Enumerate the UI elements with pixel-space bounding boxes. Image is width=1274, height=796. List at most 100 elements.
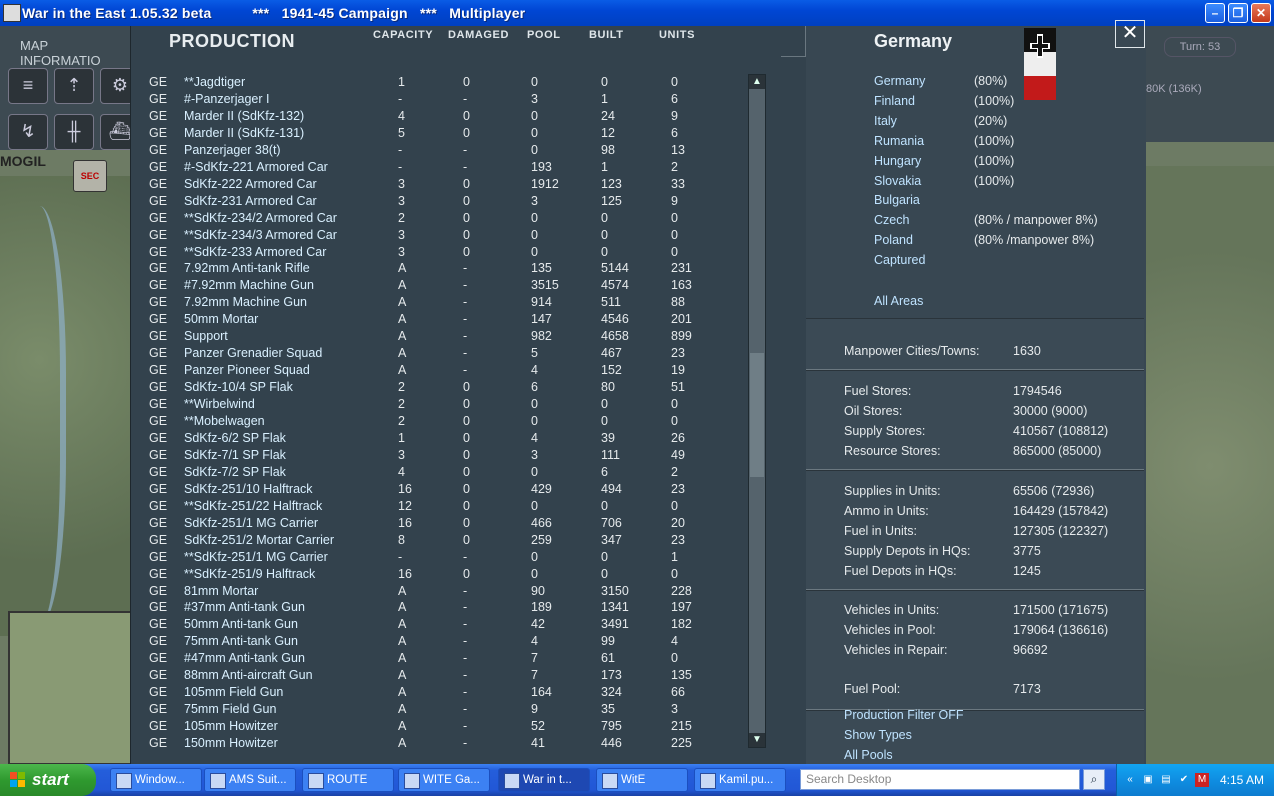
production-row[interactable]: GE **SdKfz-251/9 Halftrack 16 0 0 0 0	[131, 567, 751, 584]
built-cell: 24	[601, 108, 615, 123]
ship-icon[interactable]: ≡	[8, 68, 48, 104]
production-row[interactable]: GE SdKfz-10/4 SP Flak 2 0 6 80 51	[131, 380, 751, 397]
area-name[interactable]: Czech	[874, 213, 909, 227]
production-row[interactable]: GE SdKfz-231 Armored Car 3 0 3 125 9	[131, 194, 751, 211]
ams-icon	[210, 773, 226, 789]
production-row[interactable]: GE Support A - 982 4658 899	[131, 329, 751, 346]
window-close-button[interactable]: ✕	[1251, 3, 1271, 23]
scroll-thumb[interactable]	[750, 353, 764, 477]
unit-name-cell: **Jagdtiger	[184, 75, 246, 89]
production-row[interactable]: GE SdKfz-251/1 MG Carrier 16 0 466 706 20	[131, 516, 751, 533]
taskbar-button[interactable]: WITE Ga...	[398, 768, 490, 792]
production-row[interactable]: GE Marder II (SdKfz-131) 5 0 0 12 6	[131, 126, 751, 143]
col-units[interactable]: UNITS	[659, 29, 695, 41]
col-built[interactable]: BUILT	[589, 29, 624, 41]
capacity-cell: A	[398, 295, 407, 310]
production-row[interactable]: GE **SdKfz-251/1 MG Carrier - - 0 0 1	[131, 550, 751, 567]
production-row[interactable]: GE Marder II (SdKfz-132) 4 0 0 24 9	[131, 109, 751, 126]
taskbar-button[interactable]: Kamil.pu...	[694, 768, 786, 792]
area-name[interactable]: Germany	[874, 74, 925, 88]
taskbar-button[interactable]: War in t...	[498, 768, 590, 792]
production-row[interactable]: GE 75mm Field Gun A - 9 35 3	[131, 702, 751, 719]
all-areas-link[interactable]: All Areas	[874, 294, 923, 308]
area-name[interactable]: Hungary	[874, 154, 921, 168]
monitor-icon[interactable]: ▤	[1159, 773, 1173, 787]
pool-cell: 164	[531, 685, 552, 700]
sec-unit-counter[interactable]: SEC	[73, 160, 107, 192]
area-name[interactable]: Bulgaria	[874, 193, 920, 207]
production-row[interactable]: GE SdKfz-251/2 Mortar Carrier 8 0 259 347 23	[131, 533, 751, 550]
taskbar-button[interactable]: ROUTE	[302, 768, 394, 792]
production-row[interactable]: GE #-SdKfz-221 Armored Car - - 193 1 2	[131, 160, 751, 177]
unit-name-cell: Marder II (SdKfz-132)	[184, 108, 305, 123]
production-row[interactable]: GE 75mm Anti-tank Gun A - 4 99 4	[131, 634, 751, 651]
production-row[interactable]: GE 50mm Mortar A - 147 4546 201	[131, 312, 751, 329]
safely-remove-icon[interactable]: ✔	[1177, 773, 1191, 787]
scroll-down-button[interactable]: ▼	[749, 733, 765, 747]
production-row[interactable]: GE **SdKfz-251/22 Halftrack 12 0 0 0 0	[131, 499, 751, 516]
production-scrollbar[interactable]: ▲ ▼	[748, 74, 766, 748]
rail-icon[interactable]: ╫	[54, 114, 94, 150]
production-row[interactable]: GE Panzer Pioneer Squad A - 4 152 19	[131, 363, 751, 380]
taskbar-button[interactable]: WitE	[596, 768, 688, 792]
built-cell: 347	[601, 532, 622, 547]
network-icon[interactable]: ▣	[1141, 773, 1155, 787]
production-row[interactable]: GE 50mm Anti-tank Gun A - 42 3491 182	[131, 617, 751, 634]
search-desktop-input[interactable]: Search Desktop	[800, 769, 1080, 790]
minimap[interactable]	[8, 611, 134, 765]
area-name[interactable]: Finland	[874, 94, 915, 108]
production-row[interactable]: GE SdKfz-6/2 SP Flak 1 0 4 39 26	[131, 431, 751, 448]
area-name[interactable]: Captured	[874, 253, 925, 267]
production-row[interactable]: GE 7.92mm Machine Gun A - 914 511 88	[131, 295, 751, 312]
scroll-up-button[interactable]: ▲	[749, 75, 765, 89]
arrow-icon[interactable]: ↯	[8, 114, 48, 150]
production-row[interactable]: GE 105mm Field Gun A - 164 324 66	[131, 685, 751, 702]
production-row[interactable]: GE #47mm Anti-tank Gun A - 7 61 0	[131, 651, 751, 668]
search-icon[interactable]: ⌕	[1083, 769, 1105, 790]
area-name[interactable]: Poland	[874, 233, 913, 247]
production-row[interactable]: GE 105mm Howitzer A - 52 795 215	[131, 719, 751, 736]
show-types-link[interactable]: Show Types	[844, 728, 912, 742]
production-row[interactable]: GE 7.92mm Anti-tank Rifle A - 135 5144 231	[131, 261, 751, 278]
all-pools-link[interactable]: All Pools	[844, 748, 893, 762]
production-row[interactable]: GE **Jagdtiger 1 0 0 0 0	[131, 75, 751, 92]
area-name[interactable]: Italy	[874, 114, 897, 128]
built-cell: 0	[601, 414, 608, 428]
production-row[interactable]: GE **SdKfz-233 Armored Car 3 0 0 0 0	[131, 245, 751, 262]
production-row[interactable]: GE #37mm Anti-tank Gun A - 189 1341 197	[131, 600, 751, 617]
production-row[interactable]: GE 81mm Mortar A - 90 3150 228	[131, 584, 751, 601]
col-damaged[interactable]: DAMAGED	[448, 29, 509, 41]
units-icon[interactable]: ⇡	[54, 68, 94, 104]
production-row[interactable]: GE **Mobelwagen 2 0 0 0 0	[131, 414, 751, 431]
capacity-cell: A	[398, 261, 407, 276]
production-row[interactable]: GE Panzerjager 38(t) - - 0 98 13	[131, 143, 751, 160]
production-row[interactable]: GE 150mm Howitzer A - 41 446 225	[131, 736, 751, 748]
window-title-bar[interactable]: War in the East 1.05.32 beta *** 1941-45…	[0, 0, 1274, 26]
production-row[interactable]: GE Panzer Grenadier Squad A - 5 467 23	[131, 346, 751, 363]
production-row[interactable]: GE #-Panzerjager I - - 3 1 6	[131, 92, 751, 109]
production-row[interactable]: GE SdKfz-222 Armored Car 3 0 1912 123 33	[131, 177, 751, 194]
pool-cell: 4	[531, 634, 538, 649]
panel-close-button[interactable]: ✕	[1115, 20, 1145, 48]
production-row[interactable]: GE **SdKfz-234/2 Armored Car 2 0 0 0 0	[131, 211, 751, 228]
expand-tray-icon[interactable]: «	[1123, 773, 1137, 787]
gmail-icon[interactable]: M	[1195, 773, 1209, 787]
production-row[interactable]: GE SdKfz-7/1 SP Flak 3 0 3 111 49	[131, 448, 751, 465]
production-row[interactable]: GE SdKfz-251/10 Halftrack 16 0 429 494 23	[131, 482, 751, 499]
production-row[interactable]: GE SdKfz-7/2 SP Flak 4 0 0 6 2	[131, 465, 751, 482]
area-name[interactable]: Rumania	[874, 134, 924, 148]
maximize-button[interactable]: ❐	[1228, 3, 1248, 23]
production-row[interactable]: GE #7.92mm Machine Gun A - 3515 4574 163	[131, 278, 751, 295]
col-pool[interactable]: POOL	[527, 29, 561, 41]
taskbar-button[interactable]: AMS Suit...	[204, 768, 296, 792]
production-row[interactable]: GE **SdKfz-234/3 Armored Car 3 0 0 0 0	[131, 228, 751, 245]
start-button[interactable]: start	[0, 764, 96, 796]
production-filter-link[interactable]: Production Filter OFF	[844, 708, 963, 722]
production-row[interactable]: GE 88mm Anti-aircraft Gun A - 7 173 135	[131, 668, 751, 685]
minimize-button[interactable]: –	[1205, 3, 1225, 23]
area-name[interactable]: Slovakia	[874, 174, 921, 188]
production-row[interactable]: GE **Wirbelwind 2 0 0 0 0	[131, 397, 751, 414]
taskbar-button[interactable]: Window...	[110, 768, 202, 792]
map-information-tab[interactable]: MAP INFORMATIO	[20, 38, 130, 68]
col-capacity[interactable]: CAPACITY	[373, 29, 433, 41]
